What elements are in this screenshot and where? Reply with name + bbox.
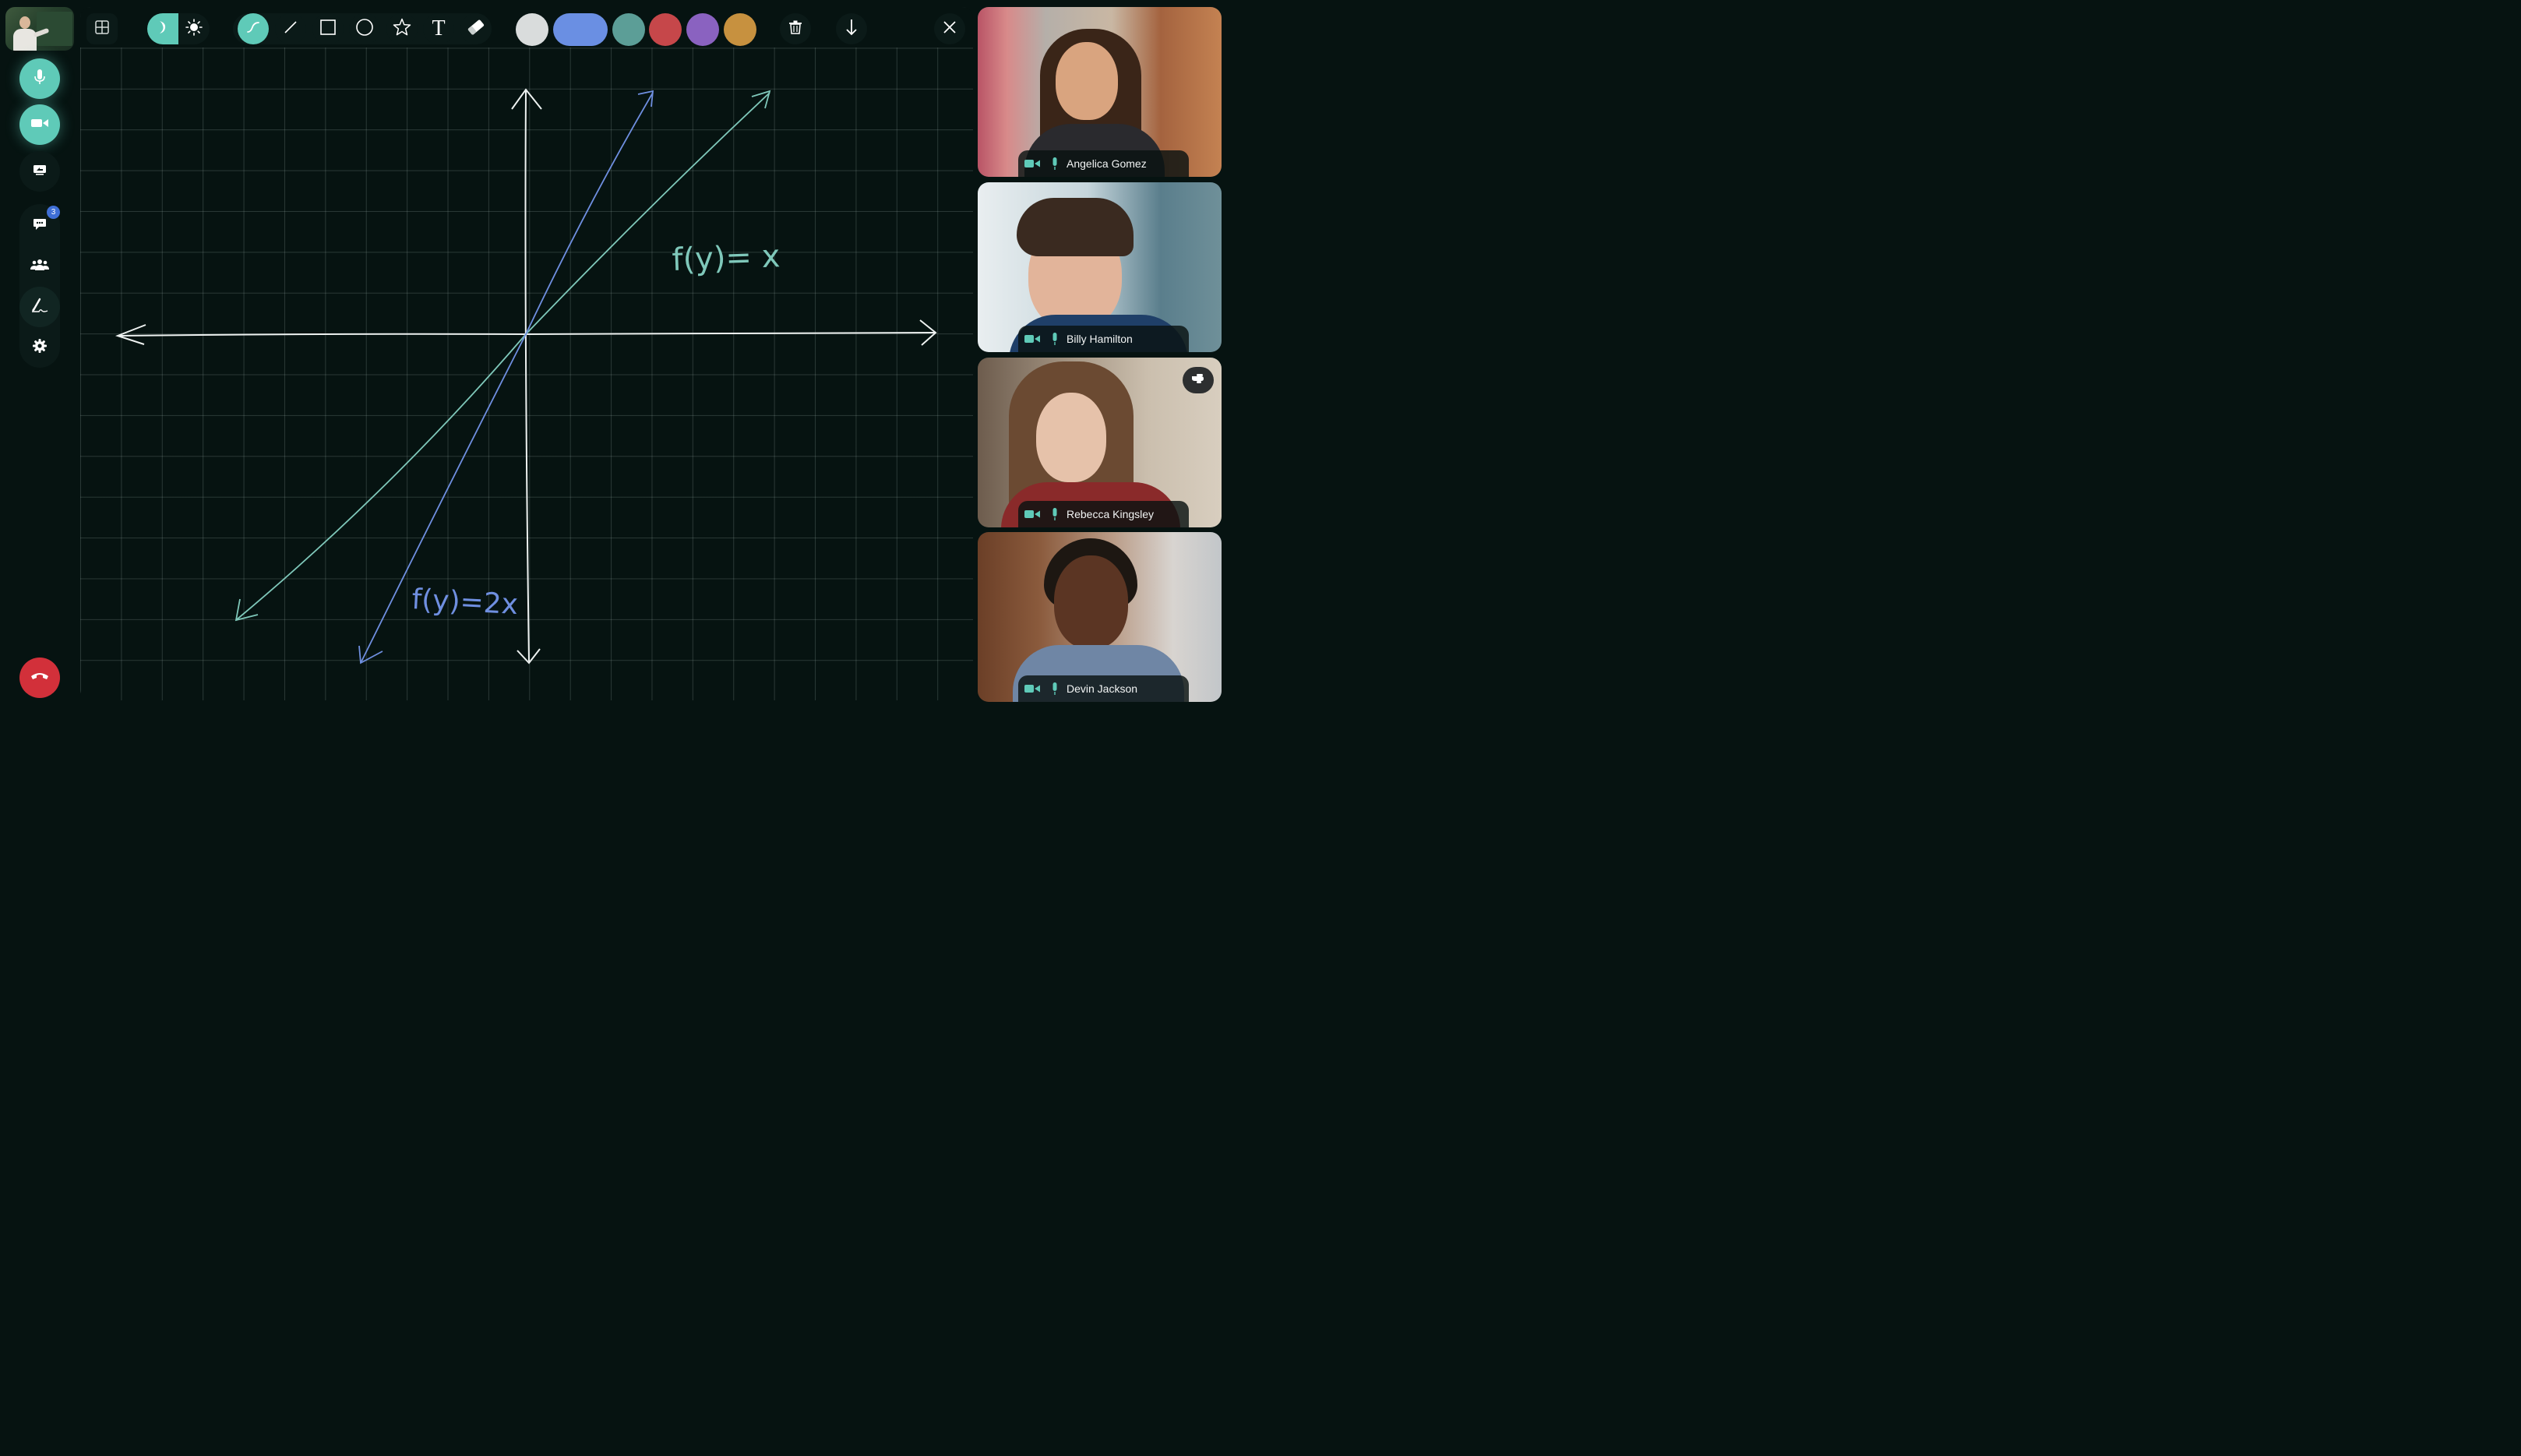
video-camera-icon xyxy=(1024,159,1042,168)
label-f-of-y-equals-2x: f(y)=2x xyxy=(411,583,519,621)
gear-icon xyxy=(33,338,47,357)
video-camera-icon xyxy=(1024,334,1042,344)
whiteboard-pen-icon xyxy=(31,298,48,317)
microphone-button[interactable] xyxy=(19,58,60,99)
face xyxy=(1036,393,1106,482)
whiteboard-drawing: f(y)= x f(y)=2x xyxy=(115,88,937,665)
face xyxy=(1054,555,1128,649)
people-icon xyxy=(30,259,49,275)
settings-button[interactable] xyxy=(19,327,60,368)
teacher-head xyxy=(19,16,30,29)
microphone-icon xyxy=(1051,508,1059,520)
chalkboard-background xyxy=(37,12,72,46)
video-camera-icon xyxy=(31,118,48,132)
left-rail: 3 xyxy=(0,0,79,706)
whiteboard-canvas[interactable]: T f(y)= x f(y)=2x xyxy=(80,7,973,700)
face xyxy=(1056,42,1118,120)
participant-name-tag: Rebecca Kingsley xyxy=(1018,501,1189,527)
chat-bubble-icon xyxy=(33,218,47,234)
participant-name-tag: Devin Jackson xyxy=(1018,675,1189,702)
participant-name: Devin Jackson xyxy=(1067,682,1138,695)
y-axis xyxy=(511,88,542,665)
phone-hangup-icon xyxy=(30,671,49,685)
participant-name: Angelica Gomez xyxy=(1067,157,1147,170)
raised-hand-indicator xyxy=(1183,367,1214,393)
participant-name: Rebecca Kingsley xyxy=(1067,508,1155,520)
participant-tile[interactable]: Rebecca Kingsley xyxy=(978,358,1222,527)
video-classroom-app: 3 T f(y)= x f(y)=2x Angelica Gomez Billy… xyxy=(0,0,1222,706)
self-video-thumbnail[interactable] xyxy=(5,7,74,51)
microphone-icon xyxy=(1051,157,1059,170)
participant-tile[interactable]: Angelica Gomez xyxy=(978,7,1222,177)
screen-share-icon xyxy=(33,164,47,179)
end-call-button[interactable] xyxy=(19,657,60,698)
participant-name-tag: Angelica Gomez xyxy=(1018,150,1189,177)
participant-name-tag: Billy Hamilton xyxy=(1018,326,1189,352)
camera-button[interactable] xyxy=(19,104,60,145)
participants-button[interactable] xyxy=(19,246,60,287)
hair xyxy=(1017,198,1134,256)
participant-tile[interactable]: Devin Jackson xyxy=(978,532,1222,702)
teacher-body xyxy=(13,29,37,51)
video-camera-icon xyxy=(1024,684,1042,693)
raised-hand-icon xyxy=(1190,373,1206,388)
line-y-equals-2x xyxy=(358,90,654,665)
microphone-icon xyxy=(34,69,45,89)
microphone-icon xyxy=(1051,682,1059,695)
video-camera-icon xyxy=(1024,509,1042,519)
microphone-icon xyxy=(1051,333,1059,345)
participant-name: Billy Hamilton xyxy=(1067,333,1133,345)
participant-tile[interactable]: Billy Hamilton xyxy=(978,182,1222,352)
screen-share-button[interactable] xyxy=(19,151,60,192)
line-y-equals-x xyxy=(234,90,771,622)
rail-tools-group xyxy=(19,204,60,368)
chat-unread-badge: 3 xyxy=(47,206,60,219)
whiteboard-button[interactable] xyxy=(19,287,60,327)
label-f-of-y-equals-x: f(y)= x xyxy=(672,238,781,278)
